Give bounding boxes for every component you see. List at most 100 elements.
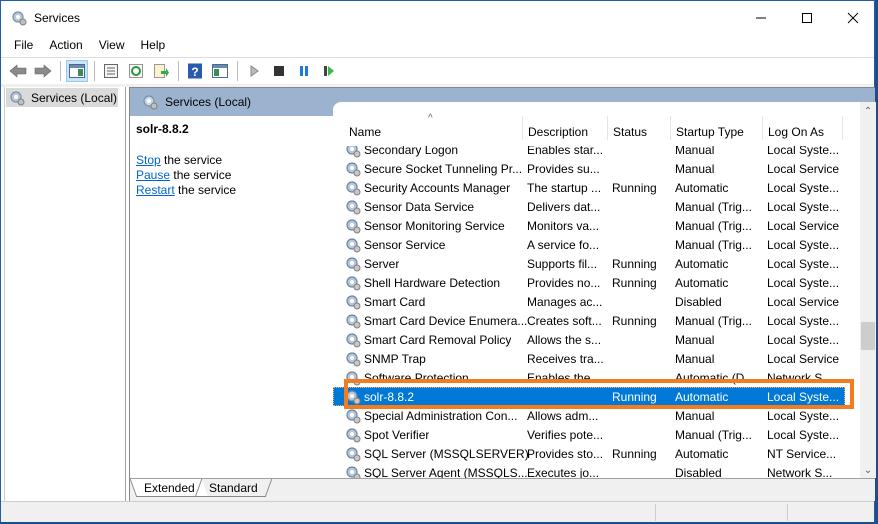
tree-item-services-local[interactable]: Services (Local) — [6, 88, 118, 107]
log-on-as-cell: Local Syste... — [767, 275, 840, 290]
table-row[interactable]: Smart Card Removal Policy Allows the s...… — [333, 330, 845, 349]
log-on-as-cell: Local Syste... — [767, 408, 840, 423]
service-name-cell: solr-8.8.2 — [364, 389, 415, 404]
startup-type-cell: Automatic — [675, 180, 729, 195]
pause-action-text: the service — [170, 168, 232, 182]
pause-service-button[interactable] — [293, 60, 315, 82]
description-cell: Allows the s... — [527, 332, 602, 347]
action-pane-button[interactable] — [209, 60, 231, 82]
service-name-cell: Software Protection — [364, 370, 469, 385]
column-divider[interactable] — [842, 116, 843, 140]
description-cell: Provides su... — [527, 161, 600, 176]
refresh-button[interactable] — [125, 60, 147, 82]
status-cell: Running — [612, 389, 657, 404]
log-on-as-cell: Local Service — [767, 294, 840, 309]
forward-button[interactable] — [32, 60, 54, 82]
table-row[interactable]: Secure Socket Tunneling Pr... Provides su… — [333, 159, 845, 178]
description-cell: The startup ... — [527, 180, 602, 195]
tab-standard[interactable]: Standard — [194, 479, 272, 497]
minimize-button[interactable] — [738, 1, 784, 35]
log-on-as-cell: Local Syste... — [767, 427, 840, 442]
menu-help[interactable]: Help — [133, 35, 174, 57]
menu-file[interactable]: File — [6, 35, 41, 57]
log-on-as-cell: Local Service — [767, 351, 840, 366]
vertical-scrollbar[interactable]: ⌃ ⌄ — [860, 102, 876, 478]
table-row-selected[interactable]: solr-8.8.2 Running Automatic Local Syste... — [333, 387, 845, 406]
service-gear-icon — [345, 408, 361, 424]
table-row[interactable]: Software Protection Enables the ... Automa… — [333, 368, 845, 387]
stop-icon — [274, 66, 284, 76]
scroll-thumb[interactable] — [861, 322, 875, 350]
service-name-cell: Sensor Monitoring Service — [364, 218, 505, 233]
help-button[interactable]: ? — [184, 60, 206, 82]
table-row[interactable]: Smart Card Manages ac... Disabled Local Ser… — [333, 292, 845, 311]
back-arrow-icon — [9, 64, 27, 78]
table-row[interactable]: SQL Server Agent (MSSQLS... Executes jo..… — [333, 463, 845, 478]
scroll-up-icon[interactable]: ⌃ — [860, 106, 876, 117]
description-cell: A service fo... — [527, 237, 600, 252]
stop-service-button[interactable] — [268, 60, 290, 82]
restart-link[interactable]: Restart — [136, 183, 175, 197]
table-row[interactable]: Sensor Data Service Delivers dat... Manual… — [333, 197, 845, 216]
menu-view[interactable]: View — [91, 35, 133, 57]
table-row[interactable]: Sensor Service A service fo... Manual (Tri… — [333, 235, 845, 254]
table-row[interactable]: Special Administration Con... Allows adm.… — [333, 406, 845, 425]
startup-type-cell: Manual — [675, 332, 715, 347]
title-bar: Services — [1, 1, 874, 35]
column-header-log-on-as[interactable]: Log On As — [762, 116, 842, 142]
minimize-icon — [756, 17, 766, 19]
startup-type-cell: Automatic — [675, 446, 729, 461]
view-tabs: Extended Standard — [129, 478, 875, 501]
stop-action-text: the service — [160, 153, 223, 167]
description-cell: Provides no... — [527, 275, 601, 290]
description-cell: Enables the ... — [527, 370, 604, 385]
close-button[interactable] — [830, 1, 876, 35]
status-cell: Running — [612, 180, 657, 195]
service-gear-icon — [345, 446, 361, 462]
service-detail-pane: solr-8.8.2 Stop the service Pause the se… — [130, 116, 333, 478]
pause-link[interactable]: Pause — [136, 168, 170, 182]
start-service-button[interactable] — [243, 60, 265, 82]
column-header-status[interactable]: Status — [607, 116, 670, 142]
log-on-as-cell: Network S... — [767, 370, 833, 385]
column-header-description[interactable]: Description — [522, 116, 607, 142]
back-button[interactable] — [7, 60, 29, 82]
table-row[interactable]: SNMP Trap Receives tra... Manual Local Serv… — [333, 349, 845, 368]
restart-service-button[interactable] — [318, 60, 340, 82]
service-gear-icon — [345, 161, 361, 177]
description-cell: Manages ac... — [527, 294, 603, 309]
export-list-button[interactable] — [150, 60, 172, 82]
table-row[interactable]: Server Supports fil... Running Automatic Loc… — [333, 254, 845, 273]
service-gear-icon — [345, 218, 361, 234]
toolbar-divider — [178, 61, 179, 81]
startup-type-cell: Automatic — [675, 256, 729, 271]
service-name-cell: Server — [364, 256, 400, 271]
log-on-as-cell: Local Service — [767, 161, 840, 176]
table-row[interactable]: Shell Hardware Detection Provides no... Ru… — [333, 273, 845, 292]
stop-link[interactable]: Stop — [136, 153, 161, 167]
scroll-down-icon[interactable]: ⌄ — [860, 465, 876, 476]
status-cell: Running — [612, 256, 657, 271]
service-gear-icon — [345, 256, 361, 272]
menu-action[interactable]: Action — [41, 35, 90, 57]
column-header-name[interactable]: Name — [343, 116, 523, 142]
table-row[interactable]: Sensor Monitoring Service Monitors va... M… — [333, 216, 845, 235]
service-name-cell: Smart Card — [364, 294, 426, 309]
table-row[interactable]: Security Accounts Manager The startup ...… — [333, 178, 845, 197]
log-on-as-cell: Local Syste... — [767, 146, 840, 157]
status-cell: Running — [612, 313, 657, 328]
console-tree-button[interactable] — [66, 60, 88, 82]
service-gear-icon — [345, 351, 361, 367]
log-on-as-cell: Local Syste... — [767, 237, 840, 252]
table-row[interactable]: Spot Verifier Verifies pote... Manual (Tri… — [333, 425, 845, 444]
service-name-cell: Special Administration Con... — [364, 408, 518, 423]
menu-bar: File Action View Help — [1, 35, 874, 57]
service-rows: Secondary Logon Enables star... Manual Loca… — [333, 146, 860, 478]
maximize-button[interactable] — [784, 1, 830, 35]
service-name-cell: Secure Socket Tunneling Pr... — [364, 161, 523, 176]
column-header-startup-type[interactable]: Startup Type — [670, 116, 762, 142]
table-row[interactable]: Smart Card Device Enumera... Creates soft… — [333, 311, 845, 330]
table-row[interactable]: SQL Server (MSSQLSERVER) Provides sto... R… — [333, 444, 845, 463]
properties-button[interactable] — [100, 60, 122, 82]
table-row[interactable]: Secondary Logon Enables star... Manual Loca… — [333, 146, 845, 159]
